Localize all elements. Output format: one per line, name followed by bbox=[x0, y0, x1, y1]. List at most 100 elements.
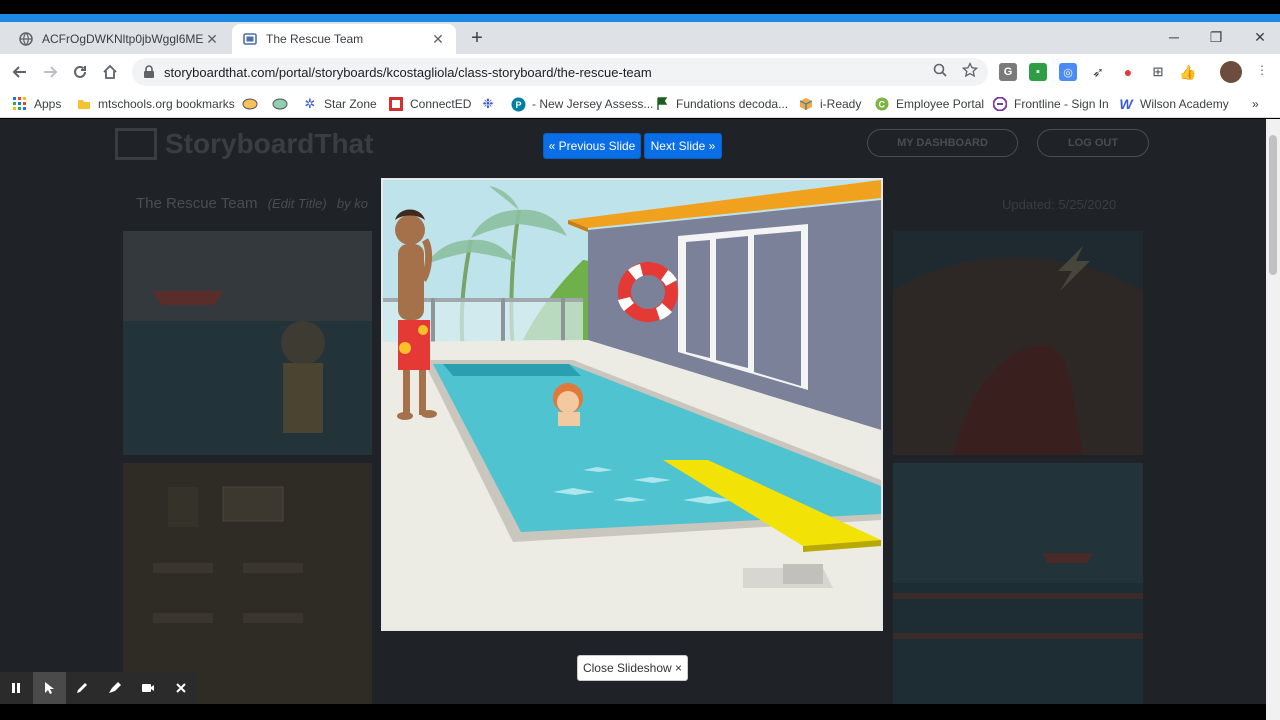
address-bar[interactable]: storyboardthat.com/portal/storyboards/kc… bbox=[132, 58, 988, 86]
employee-icon: C bbox=[874, 96, 890, 112]
bookmark-apps[interactable]: Apps bbox=[12, 94, 61, 114]
pearson-icon: P bbox=[510, 96, 526, 112]
bookmark-label: i-Ready bbox=[820, 97, 862, 111]
home-icon[interactable] bbox=[98, 60, 122, 84]
pointer-icon[interactable] bbox=[32, 672, 66, 704]
bookmark-connected[interactable]: ConnectED bbox=[388, 94, 471, 114]
bookmark-wilson[interactable]: W Wilson Academy bbox=[1118, 94, 1229, 114]
bookmark-star-icon[interactable] bbox=[960, 60, 980, 80]
bookmark-brain-2[interactable] bbox=[272, 94, 294, 114]
storyboard-favicon-icon bbox=[242, 31, 258, 47]
tab-strip: ACFrOgDWKNltp0jbWggl6MEXd ✕ The Rescue T… bbox=[0, 22, 1280, 54]
extension-globe-icon[interactable]: ◎ bbox=[1059, 63, 1077, 81]
bookmark-nj-assess[interactable]: P - New Jersey Assess... bbox=[510, 94, 653, 114]
close-tab-icon[interactable]: ✕ bbox=[204, 31, 220, 47]
reload-icon[interactable] bbox=[68, 60, 92, 84]
bookmark-star-zone[interactable]: ✲ Star Zone bbox=[302, 94, 377, 114]
screen-top-bar bbox=[0, 0, 1280, 14]
forward-arrow-icon[interactable] bbox=[38, 60, 62, 84]
close-tab-icon[interactable]: ✕ bbox=[430, 31, 446, 47]
my-dashboard-button[interactable]: MY DASHBOARD bbox=[867, 129, 1018, 157]
avatar[interactable] bbox=[1220, 61, 1242, 83]
star-icon: ✲ bbox=[304, 96, 316, 111]
extension-g-icon[interactable]: G bbox=[999, 63, 1017, 81]
page-scrollbar[interactable] bbox=[1266, 119, 1280, 720]
next-slide-button[interactable]: Next Slide » bbox=[644, 133, 722, 159]
bookmark-mtschools[interactable]: mtschools.org bookmarks bbox=[76, 94, 235, 114]
dots-icon: ❉ bbox=[482, 96, 494, 111]
bookmark-label: Wilson Academy bbox=[1140, 97, 1229, 111]
logo-mark-icon bbox=[115, 128, 157, 160]
logo-text: StoryboardThat bbox=[165, 128, 374, 159]
bookmark-dots[interactable]: ❉ bbox=[480, 94, 502, 114]
camera-icon[interactable] bbox=[131, 672, 164, 704]
pen-icon[interactable] bbox=[66, 672, 99, 704]
menu-kebab-icon[interactable]: ⋮ bbox=[1252, 60, 1272, 80]
globe-icon bbox=[18, 31, 34, 47]
wilson-icon: W bbox=[1119, 96, 1133, 112]
close-slideshow-button[interactable]: Close Slideshow × bbox=[577, 655, 688, 681]
extension-record-icon[interactable]: ● bbox=[1119, 63, 1137, 81]
storyboard-cell-3[interactable] bbox=[893, 231, 1143, 455]
svg-text:P: P bbox=[515, 100, 521, 110]
extension-grid-icon[interactable]: ⊞ bbox=[1149, 63, 1167, 81]
log-out-button[interactable]: LOG OUT bbox=[1037, 129, 1149, 157]
annotation-toolbar bbox=[0, 672, 197, 704]
svg-text:C: C bbox=[879, 100, 886, 110]
scrollbar-thumb[interactable] bbox=[1269, 135, 1277, 275]
bookmark-employee-portal[interactable]: C Employee Portal bbox=[874, 94, 984, 114]
screen-bottom-bar bbox=[0, 704, 1266, 720]
pause-icon[interactable] bbox=[0, 672, 33, 704]
extension-rocket-icon[interactable]: ➶ bbox=[1089, 63, 1107, 81]
bookmark-label: - New Jersey Assess... bbox=[532, 97, 654, 111]
lock-icon bbox=[142, 65, 156, 79]
bookmark-label: Star Zone bbox=[324, 97, 377, 111]
extension-thumb-icon[interactable]: 👍 bbox=[1179, 63, 1197, 81]
tab-document[interactable]: ACFrOgDWKNltp0jbWggl6MEXd ✕ bbox=[8, 24, 230, 54]
bookmark-label: Employee Portal bbox=[896, 97, 985, 111]
close-window-icon[interactable]: ✕ bbox=[1240, 24, 1280, 50]
new-tab-button[interactable]: + bbox=[466, 27, 488, 49]
previous-slide-button[interactable]: « Previous Slide bbox=[543, 133, 641, 159]
bookmark-fundations[interactable]: Fundations decoda... bbox=[654, 94, 788, 114]
accent-strip bbox=[0, 14, 1280, 22]
zoom-icon[interactable] bbox=[930, 60, 950, 80]
minimize-icon[interactable]: ─ bbox=[1154, 24, 1194, 50]
apps-grid-icon bbox=[12, 96, 28, 112]
brain-icon bbox=[242, 96, 258, 112]
connected-icon bbox=[388, 96, 404, 112]
close-icon[interactable] bbox=[164, 672, 197, 704]
bookmark-label: mtschools.org bookmarks bbox=[98, 97, 235, 111]
edit-title-link[interactable]: (Edit Title) bbox=[268, 196, 327, 211]
bookmark-label: Frontline - Sign In bbox=[1014, 97, 1109, 111]
more-bookmarks-icon[interactable]: » bbox=[1252, 94, 1259, 114]
storyboard-title: The Rescue Team (Edit Title) by ko bbox=[136, 195, 368, 212]
back-arrow-icon[interactable] bbox=[8, 60, 32, 84]
highlighter-icon[interactable] bbox=[98, 672, 131, 704]
storyboardthat-logo: StoryboardThat bbox=[115, 128, 373, 160]
bookmark-iready[interactable]: i-Ready bbox=[798, 94, 861, 114]
url-text: storyboardthat.com/portal/storyboards/kc… bbox=[164, 64, 652, 80]
title-text: The Rescue Team bbox=[136, 195, 258, 212]
tab-the-rescue-team[interactable]: The Rescue Team ✕ bbox=[232, 24, 456, 54]
brain-icon bbox=[272, 96, 288, 112]
slide-image bbox=[381, 178, 883, 631]
bookmarks-bar: Apps mtschools.org bookmarks ✲ Star Zone… bbox=[0, 90, 1280, 118]
updated-date: Updated: 5/25/2020 bbox=[1002, 197, 1117, 212]
extension-classroom-icon[interactable]: ▪ bbox=[1029, 63, 1047, 81]
bookmark-brain-1[interactable] bbox=[242, 94, 264, 114]
life-ring bbox=[618, 262, 678, 322]
more-bookmarks-label: » bbox=[1252, 97, 1259, 111]
bookmark-frontline[interactable]: Frontline - Sign In bbox=[992, 94, 1109, 114]
flag-icon bbox=[654, 96, 670, 112]
storyboard-cell-1[interactable] bbox=[123, 231, 372, 455]
storyboard-cell-6[interactable] bbox=[893, 463, 1143, 720]
tab-label: ACFrOgDWKNltp0jbWggl6MEXd bbox=[42, 32, 204, 46]
restore-icon[interactable]: ❐ bbox=[1196, 24, 1236, 50]
cube-icon bbox=[798, 96, 814, 112]
folder-icon bbox=[76, 96, 92, 112]
frontline-icon bbox=[992, 96, 1008, 112]
author-text: by ko bbox=[336, 196, 368, 211]
browser-toolbar: storyboardthat.com/portal/storyboards/kc… bbox=[0, 54, 1280, 90]
bookmark-label: Fundations decoda... bbox=[676, 97, 789, 111]
